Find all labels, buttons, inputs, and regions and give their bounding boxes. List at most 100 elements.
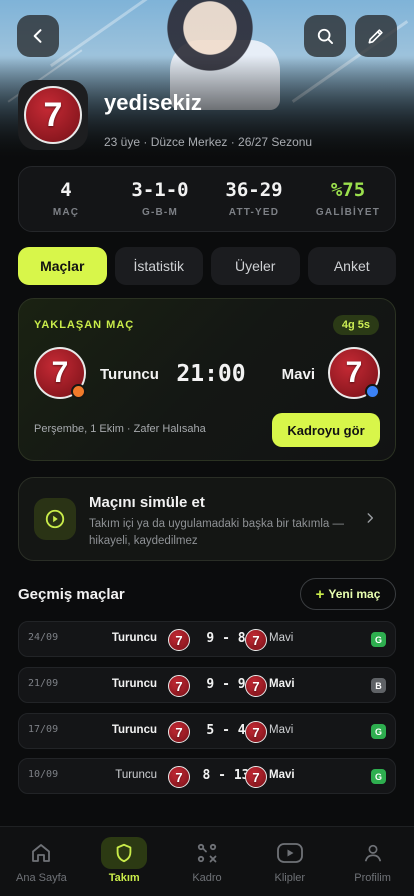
match-row[interactable]: 10/09 Turuncu 7 8 - 13 7 Mavi G — [18, 758, 396, 794]
nav-label: Kadro — [192, 872, 222, 884]
stat-value: 4 — [60, 179, 72, 201]
pencil-icon — [368, 29, 383, 44]
stat-label: GALİBİYET — [315, 207, 381, 218]
team-badge-icon: 7 — [168, 766, 190, 788]
new-match-label: Yeni maç — [328, 587, 381, 601]
stat-label: MAÇ — [52, 207, 80, 218]
home-team-name: Turuncu — [111, 678, 157, 690]
away-team-logo: 7 — [245, 629, 267, 651]
home-team-name: Turuncu — [115, 769, 157, 781]
upcoming-label: YAKLAŞAN MAÇ — [34, 319, 135, 331]
home-team-logo: 7 — [168, 766, 190, 788]
search-icon — [317, 28, 333, 44]
plus-icon: + — [315, 585, 325, 603]
team-badge-icon: 7 — [168, 629, 190, 651]
nav-squad[interactable]: Kadro — [166, 827, 249, 896]
nav-team[interactable]: Takım — [83, 827, 166, 896]
stat-value: 3-1-0 — [131, 179, 189, 201]
home-icon — [32, 844, 51, 862]
play-circle-icon — [45, 509, 65, 529]
search-button[interactable] — [304, 15, 346, 57]
upcoming-match-card[interactable]: YAKLAŞAN MAÇ 4g 5s 7 Turuncu 21:00 Mavi … — [18, 298, 396, 461]
chevron-left-icon — [33, 29, 42, 43]
nav-clips[interactable]: Klipler — [248, 827, 331, 896]
home-color-dot — [71, 384, 86, 399]
team-badge-icon: 7 — [168, 675, 190, 697]
home-team-logo: 7 — [34, 347, 86, 399]
simulate-icon-box — [34, 498, 76, 540]
team-badge-icon: 7 — [168, 721, 190, 743]
simulate-title: Maçını simüle et — [89, 494, 205, 511]
home-team-logo: 7 — [168, 675, 190, 697]
away-team-logo: 7 — [245, 721, 267, 743]
nav-label: Klipler — [274, 872, 306, 884]
stats-card: 4 MAÇ 3-1-0 G-B-M 36-29 ATT-YED %75 GALİ… — [18, 166, 396, 232]
home-team-name: Turuncu — [100, 366, 159, 383]
tab-bar: Maçlar İstatistik Üyeler Anket — [18, 247, 396, 285]
match-date: 21/09 — [28, 678, 59, 689]
match-date: 24/09 — [28, 632, 59, 643]
team-badge-icon: 7 — [328, 347, 380, 399]
play-icon — [276, 843, 303, 863]
tab-matches[interactable]: Maçlar — [18, 247, 107, 285]
match-row[interactable]: 24/09 Turuncu 7 9 - 8 7 Mavi G — [18, 621, 396, 657]
bottom-nav: Ana Sayfa Takım Kadro Klipler Profilim — [0, 826, 414, 896]
team-badge-icon: 7 — [245, 675, 267, 697]
away-team-logo: 7 — [245, 675, 267, 697]
tab-members[interactable]: Üyeler — [211, 247, 300, 285]
match-row[interactable]: 21/09 Turuncu 7 9 - 9 7 Mavi B — [18, 667, 396, 703]
home-team-name: Turuncu — [111, 724, 157, 736]
match-date: 17/09 — [28, 724, 59, 735]
user-icon — [364, 844, 381, 862]
stat-label: ATT-YED — [228, 207, 280, 218]
nav-label: Profilim — [354, 872, 391, 884]
match-info: Perşembe, 1 Ekim · Zafer Halısaha — [34, 423, 206, 435]
match-date: 10/09 — [28, 769, 59, 780]
stat-label: G-B-M — [142, 207, 178, 218]
match-row[interactable]: 17/09 Turuncu 7 5 - 4 7 Mavi G — [18, 713, 396, 749]
team-badge-icon: 7 — [245, 766, 267, 788]
tab-statistics[interactable]: İstatistik — [114, 247, 203, 285]
chevron-right-icon — [363, 510, 377, 531]
simulate-card[interactable]: Maçını simüle et Takım içi ya da uygulam… — [18, 477, 396, 561]
away-team-name: Mavi — [269, 632, 294, 644]
stat-record: 3-1-0 G-B-M — [113, 167, 207, 231]
new-match-button[interactable]: + Yeni maç — [300, 578, 396, 610]
team-badge-icon: 7 — [245, 629, 267, 651]
stat-value: 36-29 — [225, 179, 283, 201]
tactics-icon — [197, 843, 217, 863]
shield-icon — [116, 843, 132, 863]
home-team-name: Turuncu — [111, 632, 157, 644]
away-team-name: Mavi — [269, 769, 295, 781]
result-badge: G — [371, 632, 386, 647]
tab-poll[interactable]: Anket — [307, 247, 396, 285]
team-badge-icon: 7 — [245, 721, 267, 743]
match-time: 21:00 — [176, 361, 246, 387]
team-name: yedisekiz — [104, 90, 202, 115]
result-badge: B — [371, 678, 386, 693]
team-subtitle: 23 üye · Düzce Merkez · 26/27 Sezonu — [104, 135, 313, 149]
away-team-logo: 7 — [245, 766, 267, 788]
view-squad-button[interactable]: Kadroyu gör — [272, 413, 380, 447]
stat-winrate: %75 GALİBİYET — [301, 167, 395, 231]
home-team-logo: 7 — [168, 721, 190, 743]
countdown-badge: 4g 5s — [332, 315, 379, 335]
nav-label: Takım — [108, 872, 140, 884]
edit-button[interactable] — [355, 15, 397, 57]
nav-label: Ana Sayfa — [16, 872, 67, 884]
past-matches-title: Geçmiş maçlar — [18, 586, 125, 603]
stat-goals: 36-29 ATT-YED — [207, 167, 301, 231]
away-team-name: Mavi — [269, 678, 295, 690]
away-team-name: Mavi — [269, 724, 294, 736]
nav-home[interactable]: Ana Sayfa — [0, 827, 83, 896]
nav-profile[interactable]: Profilim — [331, 827, 414, 896]
team-badge-icon: 7 — [34, 347, 86, 399]
simulate-description: Takım içi ya da uygulamadaki başka bir t… — [89, 518, 345, 547]
result-badge: G — [371, 769, 386, 784]
result-badge: G — [371, 724, 386, 739]
team-badge-icon: 7 — [24, 86, 82, 144]
home-team-logo: 7 — [168, 629, 190, 651]
back-button[interactable] — [17, 15, 59, 57]
stat-matches: 4 MAÇ — [19, 167, 113, 231]
away-color-dot — [365, 384, 380, 399]
